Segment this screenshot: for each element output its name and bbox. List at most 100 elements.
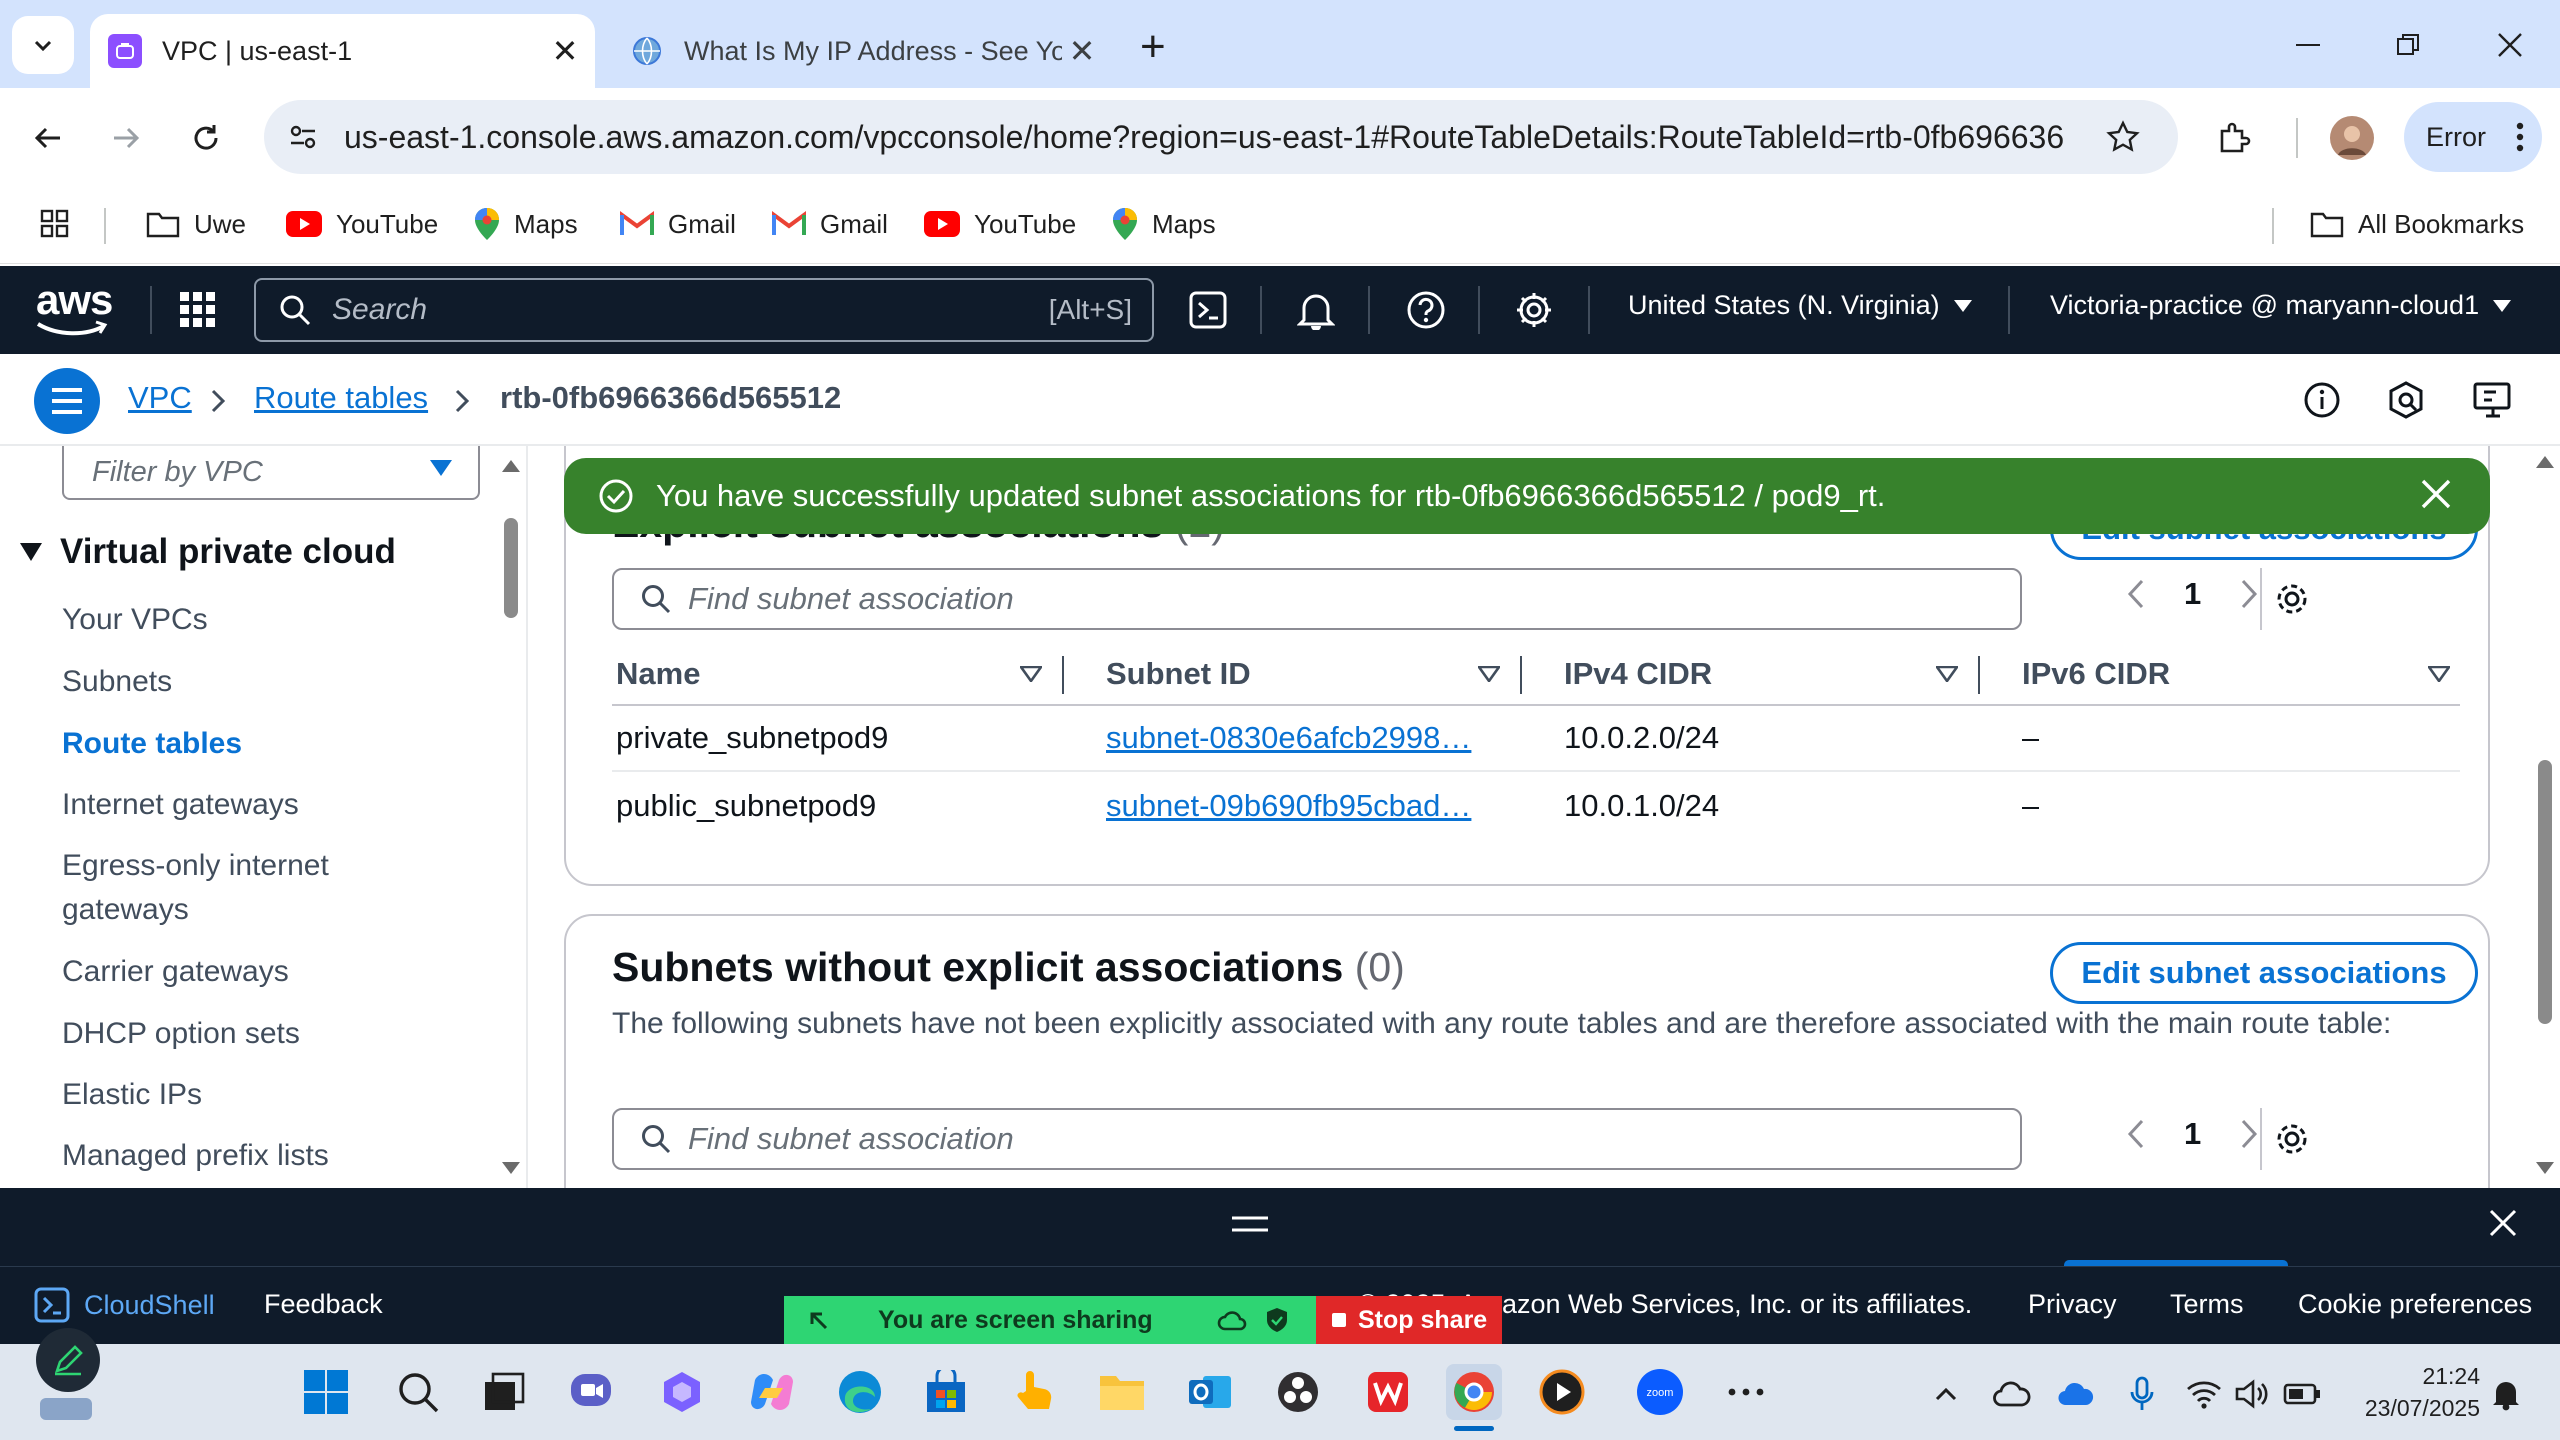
aws-logo[interactable]: aws — [36, 279, 113, 336]
tab-ip-address[interactable]: What Is My IP Address - See Yo ✕ — [612, 14, 1112, 88]
page-number[interactable]: 1 — [2184, 576, 2201, 612]
column-header-ipv4-cidr[interactable]: IPv4 CIDR — [1564, 656, 1712, 692]
sidebar-item-internet-gateways[interactable]: Internet gateways — [62, 783, 502, 827]
security-hexagon-icon[interactable] — [2386, 380, 2426, 420]
new-tab-button[interactable]: + — [1140, 22, 1166, 72]
cell-subnet-id-link[interactable]: subnet-09b690fb95cbad… — [1106, 788, 1488, 824]
breadcrumb-vpc[interactable]: VPC — [128, 380, 192, 416]
sort-icon[interactable] — [1020, 666, 1042, 682]
widget-icon[interactable] — [40, 1398, 92, 1420]
close-icon[interactable]: ✕ — [545, 31, 585, 71]
help-icon[interactable] — [1402, 286, 1450, 334]
close-icon[interactable]: ✕ — [1062, 31, 1102, 71]
bookmark-star-icon[interactable] — [2106, 120, 2140, 154]
microphone-icon[interactable] — [2122, 1374, 2162, 1414]
profile-error-button[interactable]: Error — [2404, 102, 2542, 172]
copilot-app-icon[interactable] — [744, 1364, 800, 1420]
sidebar-scrollbar[interactable] — [496, 446, 526, 1188]
apps-icon[interactable] — [40, 204, 70, 244]
sort-icon[interactable] — [1936, 666, 1958, 682]
volume-icon[interactable] — [2232, 1374, 2272, 1414]
restore-icon[interactable] — [2378, 20, 2438, 70]
feedback-link[interactable]: Feedback — [264, 1289, 383, 1320]
screen-sharing-indicator[interactable]: You are screen sharing — [784, 1296, 1316, 1344]
aws-search-input[interactable]: Search [Alt+S] — [254, 278, 1154, 342]
sidebar-item-dhcp-option-sets[interactable]: DHCP option sets — [62, 1012, 502, 1056]
scroll-down-icon[interactable] — [502, 1162, 520, 1174]
drag-arrow-icon[interactable] — [806, 1308, 830, 1332]
media-player-icon[interactable] — [1534, 1364, 1590, 1420]
all-bookmarks[interactable]: All Bookmarks — [2310, 204, 2524, 244]
onedrive-sync-icon[interactable] — [2056, 1374, 2096, 1414]
sort-icon[interactable] — [2428, 666, 2450, 682]
bookmark-uwe[interactable]: Uwe — [146, 204, 246, 244]
copilot-icon[interactable] — [654, 1364, 710, 1420]
avatar[interactable] — [2324, 110, 2380, 166]
sidebar-item-subnets[interactable]: Subnets — [62, 660, 502, 704]
address-bar[interactable]: us-east-1.console.aws.amazon.com/vpccons… — [264, 100, 2178, 174]
stop-share-button[interactable]: Stop share — [1316, 1296, 1502, 1344]
bookmark-youtube[interactable]: YouTube — [924, 204, 1076, 244]
task-view-icon[interactable] — [476, 1364, 532, 1420]
sidebar-item-managed-prefix-lists[interactable]: Managed prefix lists — [62, 1134, 502, 1178]
previous-page-icon[interactable] — [2126, 1118, 2146, 1150]
sidebar-item-egress-only-gateways[interactable]: Egress-only internet gateways — [62, 844, 392, 932]
site-settings-icon[interactable] — [288, 122, 318, 152]
cloudshell-icon[interactable] — [1184, 286, 1232, 334]
scroll-up-icon[interactable] — [2536, 456, 2554, 468]
forward-icon[interactable] — [98, 110, 154, 166]
chevron-up-icon[interactable] — [1926, 1374, 1966, 1414]
bookmark-maps[interactable]: Maps — [474, 204, 578, 244]
info-icon[interactable] — [2302, 380, 2342, 420]
edge-icon[interactable] — [832, 1364, 888, 1420]
settings-gear-icon[interactable] — [1510, 286, 1558, 334]
windows-start-icon[interactable] — [298, 1364, 354, 1420]
bookmark-gmail[interactable]: Gmail — [772, 204, 888, 244]
sidebar-item-your-vpcs[interactable]: Your VPCs — [62, 598, 502, 642]
terms-link[interactable]: Terms — [2170, 1289, 2244, 1320]
scroll-down-icon[interactable] — [2536, 1162, 2554, 1174]
cookie-preferences-link[interactable]: Cookie preferences — [2298, 1289, 2532, 1320]
bookmark-youtube[interactable]: YouTube — [286, 204, 438, 244]
search-icon[interactable] — [390, 1364, 446, 1420]
edit-subnet-associations-button[interactable]: Edit subnet associations — [2050, 942, 2478, 1004]
notifications-bell-icon[interactable] — [1292, 286, 1340, 334]
sort-icon[interactable] — [1478, 666, 1500, 682]
column-header-ipv6-cidr[interactable]: IPv6 CIDR — [2022, 656, 2170, 692]
find-subnet-association-input[interactable]: Find subnet association — [612, 568, 2022, 630]
close-window-icon[interactable] — [2480, 20, 2540, 70]
column-header-name[interactable]: Name — [616, 656, 700, 692]
main-scrollbar[interactable] — [2530, 446, 2560, 1188]
previous-page-icon[interactable] — [2126, 578, 2146, 610]
next-page-icon[interactable] — [2239, 578, 2259, 610]
vpc-filter-select[interactable]: Filter by VPC — [62, 446, 480, 500]
back-icon[interactable] — [20, 110, 76, 166]
scrollbar-thumb[interactable] — [2538, 760, 2552, 1024]
scroll-up-icon[interactable] — [502, 460, 520, 472]
scrollbar-thumb[interactable] — [504, 518, 518, 618]
sidebar-item-carrier-gateways[interactable]: Carrier gateways — [62, 950, 502, 994]
obs-icon[interactable] — [1270, 1364, 1326, 1420]
file-explorer-icon[interactable] — [1094, 1364, 1150, 1420]
extensions-icon[interactable] — [2206, 110, 2262, 166]
microsoft-store-icon[interactable] — [918, 1364, 974, 1420]
next-page-icon[interactable] — [2239, 1118, 2259, 1150]
dismiss-close-icon[interactable] — [2418, 476, 2454, 512]
cloudshell-link[interactable]: CloudShell — [34, 1287, 215, 1323]
sidebar-item-elastic-ips[interactable]: Elastic IPs — [62, 1073, 502, 1117]
region-selector[interactable]: United States (N. Virginia) — [1628, 290, 1972, 321]
table-preferences-gear-icon[interactable] — [2260, 568, 2322, 630]
more-apps-icon[interactable] — [1718, 1364, 1774, 1420]
privacy-link[interactable]: Privacy — [2028, 1289, 2117, 1320]
cell-subnet-id-link[interactable]: subnet-0830e6afcb2998… — [1106, 720, 1488, 756]
tab-vpc[interactable]: VPC | us-east-1 ✕ — [90, 14, 595, 88]
column-header-subnet-id[interactable]: Subnet ID — [1106, 656, 1251, 692]
menu-icon[interactable] — [34, 368, 100, 434]
drag-handle-icon[interactable] — [1232, 1214, 1268, 1234]
chrome-icon[interactable] — [1446, 1364, 1502, 1420]
wps-office-icon[interactable] — [1360, 1364, 1416, 1420]
zoom-icon[interactable]: zoom — [1632, 1364, 1688, 1420]
notification-bell-icon[interactable] — [2486, 1374, 2526, 1414]
find-subnet-association-input[interactable]: Find subnet association — [612, 1108, 2022, 1170]
close-icon[interactable] — [2488, 1208, 2518, 1238]
